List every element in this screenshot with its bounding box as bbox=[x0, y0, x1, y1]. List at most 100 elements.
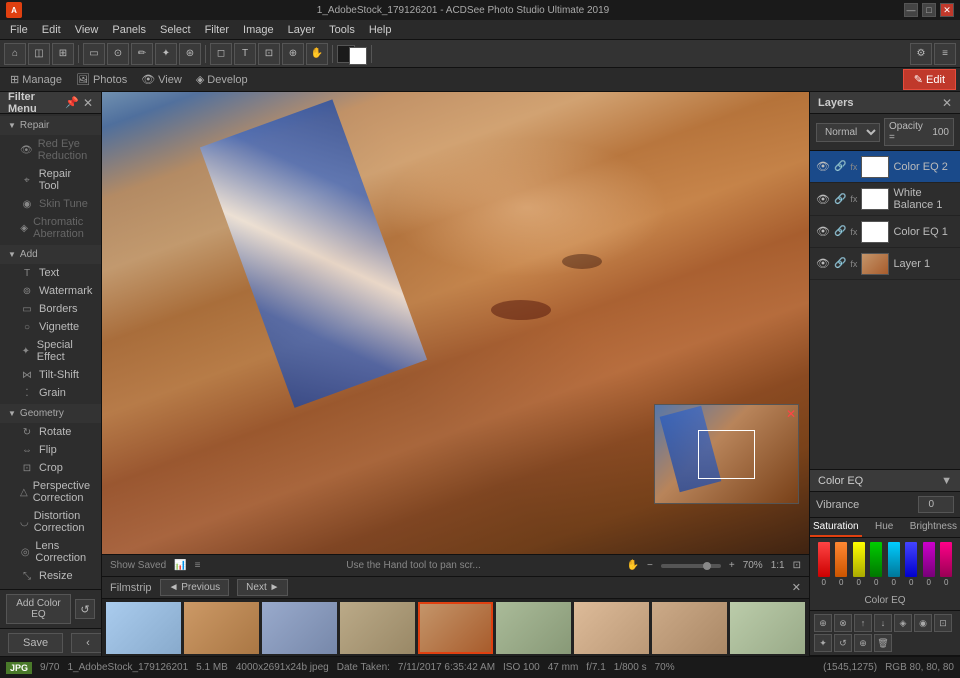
filter-panel-pin[interactable]: 📌 bbox=[65, 96, 79, 110]
filter-item-crop[interactable]: ⊡ Crop bbox=[0, 459, 101, 477]
panel-tool-3[interactable]: ↑ bbox=[854, 614, 872, 632]
layer-visibility-4[interactable]: 👁 bbox=[816, 257, 830, 270]
filter-item-vignette[interactable]: ○ Vignette bbox=[0, 318, 101, 336]
filmstrip-thumb-5[interactable] bbox=[418, 602, 493, 654]
layer-item-layer-1[interactable]: 👁 🔗 fx Layer 1 bbox=[810, 248, 960, 280]
layer-item-color-eq-1[interactable]: 👁 🔗 fx Color EQ 1 bbox=[810, 216, 960, 248]
menu-help[interactable]: Help bbox=[363, 22, 398, 38]
zoom-plus[interactable]: + bbox=[729, 560, 735, 571]
toolbar-heal-btn[interactable]: ✦ bbox=[155, 43, 177, 65]
prev-button[interactable]: ◄ Previous bbox=[160, 579, 230, 596]
toolbar-eraser-btn[interactable]: ◻ bbox=[210, 43, 232, 65]
toolbar-text-btn[interactable]: T bbox=[234, 43, 256, 65]
panel-tool-4[interactable]: ↓ bbox=[874, 614, 892, 632]
bar-magenta[interactable] bbox=[940, 542, 952, 577]
close-button[interactable]: ✕ bbox=[940, 3, 954, 17]
filter-item-rotate[interactable]: ↻ Rotate bbox=[0, 423, 101, 441]
filter-section-add[interactable]: ▼ Add bbox=[0, 245, 101, 264]
filter-item-special-effect[interactable]: ✦ Special Effect bbox=[0, 336, 101, 366]
filmstrip-thumb-3[interactable] bbox=[262, 602, 337, 654]
menu-edit[interactable]: Edit bbox=[36, 22, 67, 38]
panel-tool-8[interactable]: ✦ bbox=[814, 634, 832, 652]
nav-prev-button[interactable]: ‹ bbox=[71, 633, 102, 653]
color-eq-expand[interactable]: ▼ bbox=[941, 475, 952, 487]
panel-tool-2[interactable]: ⊗ bbox=[834, 614, 852, 632]
edit-tab[interactable]: ✎ Edit bbox=[903, 69, 956, 90]
saturation-tab[interactable]: Saturation bbox=[810, 518, 862, 537]
next-button[interactable]: Next ► bbox=[237, 579, 288, 596]
bar-yellow[interactable] bbox=[853, 542, 865, 577]
toolbar-color-bg[interactable] bbox=[349, 47, 367, 65]
opacity-control[interactable]: Opacity = 100 bbox=[884, 118, 954, 146]
toolbar-clone-btn[interactable]: ⊛ bbox=[179, 43, 201, 65]
toolbar-select-btn[interactable]: ▭ bbox=[83, 43, 105, 65]
develop-btn[interactable]: ◈ Develop bbox=[190, 73, 254, 86]
filmstrip-thumb-2[interactable] bbox=[184, 602, 259, 654]
menu-tools[interactable]: Tools bbox=[323, 22, 361, 38]
filter-item-borders[interactable]: ▭ Borders bbox=[0, 300, 101, 318]
panel-tool-trash[interactable]: 🗑 bbox=[874, 634, 892, 652]
filter-item-perspective-correction[interactable]: △ Perspective Correction bbox=[0, 477, 101, 507]
maximize-button[interactable]: □ bbox=[922, 3, 936, 17]
filter-item-lens-correction[interactable]: ◎ Lens Correction bbox=[0, 537, 101, 567]
blend-mode-select[interactable]: Normal Multiply Screen bbox=[816, 123, 880, 142]
brightness-tab[interactable]: Brightness bbox=[907, 518, 960, 537]
vibrance-input[interactable] bbox=[918, 496, 954, 513]
layer-item-color-eq-2[interactable]: 👁 🔗 fx Color EQ 2 bbox=[810, 151, 960, 183]
filter-item-distortion-correction[interactable]: ◡ Distortion Correction bbox=[0, 507, 101, 537]
toolbar-lasso-btn[interactable]: ⊙ bbox=[107, 43, 129, 65]
hue-tab[interactable]: Hue bbox=[862, 518, 907, 537]
filter-item-flip[interactable]: ⇔ Flip bbox=[0, 441, 101, 459]
layer-visibility-3[interactable]: 👁 bbox=[816, 225, 830, 238]
zoom-slider[interactable] bbox=[661, 564, 721, 568]
ratio-label[interactable]: 1:1 bbox=[771, 560, 785, 571]
zoom-level[interactable]: 70% bbox=[743, 560, 763, 571]
fit-icon[interactable]: ⊡ bbox=[793, 560, 801, 571]
filmstrip-thumb-7[interactable] bbox=[574, 602, 649, 654]
panel-tool-7[interactable]: ⊡ bbox=[934, 614, 952, 632]
menu-select[interactable]: Select bbox=[154, 22, 197, 38]
filter-item-resize[interactable]: ⤡ Resize bbox=[0, 567, 101, 585]
bar-orange[interactable] bbox=[835, 542, 847, 577]
photos-btn[interactable]: 🖼 Photos bbox=[70, 73, 133, 86]
filmstrip-thumb-9[interactable] bbox=[730, 602, 805, 654]
filmstrip-close-button[interactable]: ✕ bbox=[792, 581, 801, 594]
filmstrip-thumb-8[interactable] bbox=[652, 602, 727, 654]
menu-panels[interactable]: Panels bbox=[106, 22, 152, 38]
menu-layer[interactable]: Layer bbox=[282, 22, 322, 38]
filter-item-red-eye[interactable]: 👁 Red Eye Reduction bbox=[0, 135, 101, 165]
layer-visibility-1[interactable]: 👁 bbox=[816, 160, 830, 173]
panel-tool-5[interactable]: ◈ bbox=[894, 614, 912, 632]
toolbar-zoom-btn[interactable]: ⊕ bbox=[282, 43, 304, 65]
menu-view[interactable]: View bbox=[69, 22, 105, 38]
bar-purple[interactable] bbox=[923, 542, 935, 577]
toolbar-btn-1[interactable]: ⌂ bbox=[4, 43, 26, 65]
filter-item-skin-tune[interactable]: ◉ Skin Tune bbox=[0, 195, 101, 213]
toolbar-hand-btn[interactable]: ✋ bbox=[306, 43, 328, 65]
filter-item-repair-tool[interactable]: ⌖ Repair Tool bbox=[0, 165, 101, 195]
save-button[interactable]: Save bbox=[8, 633, 63, 653]
toolbar-gear-btn[interactable]: ≡ bbox=[934, 43, 956, 65]
filmstrip-thumb-6[interactable] bbox=[496, 602, 571, 654]
add-color-eq-button[interactable]: Add Color EQ bbox=[6, 594, 71, 624]
filter-item-text[interactable]: T Text bbox=[0, 264, 101, 282]
reset-button[interactable]: ↺ bbox=[75, 599, 95, 619]
bar-cyan[interactable] bbox=[888, 542, 900, 577]
filter-panel-close[interactable]: ✕ bbox=[83, 96, 93, 110]
zoom-minus[interactable]: − bbox=[647, 560, 653, 571]
show-saved-label[interactable]: Show Saved bbox=[110, 560, 166, 571]
toolbar-brush-btn[interactable]: ✏ bbox=[131, 43, 153, 65]
toolbar-settings-btn[interactable]: ⚙ bbox=[910, 43, 932, 65]
filter-item-tilt-shift[interactable]: ⋈ Tilt-Shift bbox=[0, 366, 101, 384]
toolbar-crop-btn[interactable]: ⊡ bbox=[258, 43, 280, 65]
panel-tool-1[interactable]: ⊕ bbox=[814, 614, 832, 632]
toolbar-btn-3[interactable]: ⊞ bbox=[52, 43, 74, 65]
view-btn[interactable]: 👁 View bbox=[135, 73, 188, 86]
filter-section-geometry[interactable]: ▼ Geometry bbox=[0, 404, 101, 423]
minimize-button[interactable]: — bbox=[904, 3, 918, 17]
filter-item-watermark[interactable]: ⊚ Watermark bbox=[0, 282, 101, 300]
layer-visibility-2[interactable]: 👁 bbox=[816, 193, 830, 206]
panel-tool-10[interactable]: ⊕ bbox=[854, 634, 872, 652]
bar-red[interactable] bbox=[818, 542, 830, 577]
panel-tool-9[interactable]: ↺ bbox=[834, 634, 852, 652]
